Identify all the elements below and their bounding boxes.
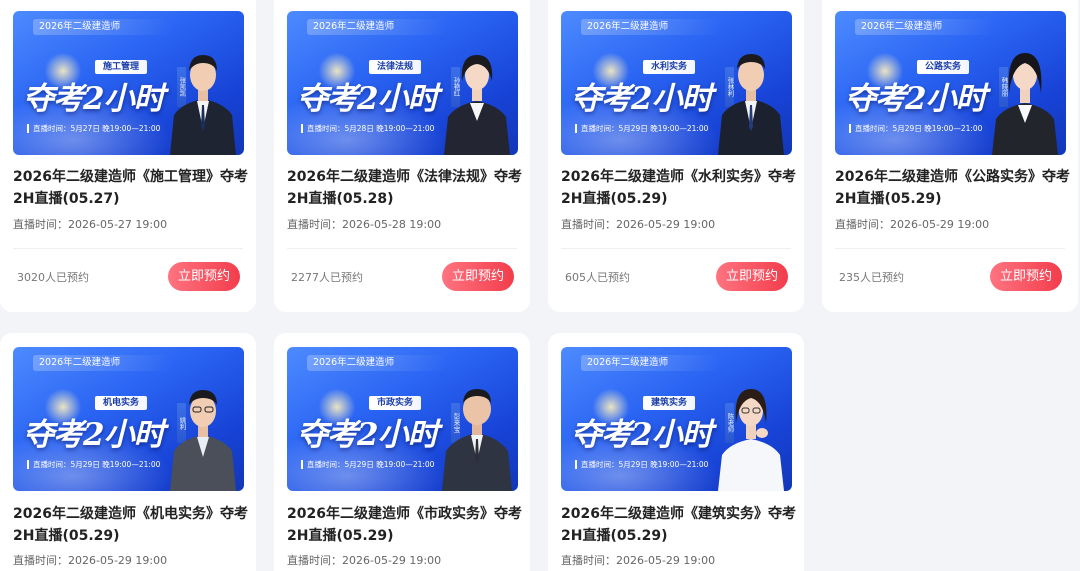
teacher-photo xyxy=(442,389,512,491)
course-banner[interactable]: 2026年二级建造师 建筑实务 夺考2小时 陈老师 直播时间：5月29日 晚19… xyxy=(561,347,792,491)
banner-live-time: 直播时间：5月29日 晚19:00—21:00 xyxy=(849,124,982,133)
course-card[interactable]: 2026年二级建造师 水利实务 夺考2小时 张林利 直播时间：5月29日 晚19… xyxy=(548,0,804,312)
course-banner[interactable]: 2026年二级建造师 法律法规 夺考2小时 孙艳红 直播时间：5月28日 晚19… xyxy=(287,11,518,155)
course-title[interactable]: 2026年二级建造师《建筑实务》夺考2H直播(05.29) xyxy=(561,503,797,547)
book-now-button[interactable]: 立即预约 xyxy=(990,262,1062,291)
teacher-photo xyxy=(718,54,784,155)
book-now-button[interactable]: 立即预约 xyxy=(168,262,240,291)
course-card[interactable]: 2026年二级建造师 法律法规 夺考2小时 孙艳红 直播时间：5月28日 晚19… xyxy=(274,0,530,312)
course-banner[interactable]: 2026年二级建造师 水利实务 夺考2小时 张林利 直播时间：5月29日 晚19… xyxy=(561,11,792,155)
course-card[interactable]: 2026年二级建造师 市政实务 夺考2小时 彭来宝 直播时间：5月29日 晚19… xyxy=(274,333,530,571)
teacher-photo xyxy=(992,53,1058,155)
banner-subject: 机电实务 xyxy=(95,396,148,410)
booking-count: 235人已预约 xyxy=(839,271,904,284)
course-banner[interactable]: 2026年二级建造师 施工管理 夺考2小时 张凯凯 直播时间：5月27日 晚19… xyxy=(13,11,244,155)
course-card[interactable]: 2026年二级建造师 建筑实务 夺考2小时 陈老师 直播时间：5月29日 晚19… xyxy=(548,333,804,571)
banner-subject: 建筑实务 xyxy=(643,396,696,410)
banner-headline: 夺考2小时 xyxy=(571,81,713,117)
banner-subject: 法律法规 xyxy=(369,60,422,74)
teacher-photo xyxy=(718,389,784,491)
course-title[interactable]: 2026年二级建造师《法律法规》夺考2H直播(05.28) xyxy=(287,166,523,210)
banner-top-tag: 2026年二级建造师 xyxy=(307,355,447,371)
banner-top-tag: 2026年二级建造师 xyxy=(307,19,447,35)
course-banner[interactable]: 2026年二级建造师 机电实务 夺考2小时 姚利 直播时间：5月29日 晚19:… xyxy=(13,347,244,491)
course-title[interactable]: 2026年二级建造师《市政实务》夺考2H直播(05.29) xyxy=(287,503,523,547)
course-title[interactable]: 2026年二级建造师《水利实务》夺考2H直播(05.29) xyxy=(561,166,797,210)
banner-live-time: 直播时间：5月29日 晚19:00—21:00 xyxy=(575,460,708,469)
live-time: 直播时间：2026-05-29 19:00 xyxy=(561,218,716,231)
banner-top-tag: 2026年二级建造师 xyxy=(33,19,173,35)
course-banner[interactable]: 2026年二级建造师 市政实务 夺考2小时 彭来宝 直播时间：5月29日 晚19… xyxy=(287,347,518,491)
booking-count: 3020人已预约 xyxy=(17,271,89,284)
divider xyxy=(835,248,1065,249)
course-card[interactable]: 2026年二级建造师 施工管理 夺考2小时 张凯凯 直播时间：5月27日 晚19… xyxy=(0,0,256,312)
divider xyxy=(287,248,517,249)
live-time: 直播时间：2026-05-28 19:00 xyxy=(287,218,442,231)
course-title[interactable]: 2026年二级建造师《施工管理》夺考2H直播(05.27) xyxy=(13,166,249,210)
banner-subject: 公路实务 xyxy=(917,60,970,74)
banner-top-tag: 2026年二级建造师 xyxy=(581,355,721,371)
banner-live-time: 直播时间：5月29日 晚19:00—21:00 xyxy=(27,460,160,469)
teacher-photo xyxy=(170,55,236,155)
course-title[interactable]: 2026年二级建造师《公路实务》夺考2H直播(05.29) xyxy=(835,166,1071,210)
banner-top-tag: 2026年二级建造师 xyxy=(33,355,173,371)
booking-count: 2277人已预约 xyxy=(291,271,363,284)
divider xyxy=(13,248,243,249)
banner-headline: 夺考2小时 xyxy=(23,417,165,453)
banner-live-time: 直播时间：5月29日 晚19:00—21:00 xyxy=(301,460,434,469)
banner-live-time: 直播时间：5月27日 晚19:00—21:00 xyxy=(27,124,160,133)
banner-subject: 施工管理 xyxy=(95,60,148,74)
banner-top-tag: 2026年二级建造师 xyxy=(581,19,721,35)
course-card[interactable]: 2026年二级建造师 机电实务 夺考2小时 姚利 直播时间：5月29日 晚19:… xyxy=(0,333,256,571)
course-title[interactable]: 2026年二级建造师《机电实务》夺考2H直播(05.29) xyxy=(13,503,249,547)
divider xyxy=(561,248,791,249)
live-time: 直播时间：2026-05-29 19:00 xyxy=(13,554,168,567)
teacher-photo xyxy=(444,55,510,155)
banner-subject: 水利实务 xyxy=(643,60,696,74)
book-now-button[interactable]: 立即预约 xyxy=(716,262,788,291)
banner-headline: 夺考2小时 xyxy=(297,417,439,453)
banner-headline: 夺考2小时 xyxy=(297,81,439,117)
banner-headline: 夺考2小时 xyxy=(571,417,713,453)
banner-top-tag: 2026年二级建造师 xyxy=(855,19,995,35)
teacher-photo xyxy=(170,390,236,491)
live-time: 直播时间：2026-05-29 19:00 xyxy=(287,554,442,567)
book-now-button[interactable]: 立即预约 xyxy=(442,262,514,291)
course-banner[interactable]: 2026年二级建造师 公路实务 夺考2小时 韩晓丽 直播时间：5月29日 晚19… xyxy=(835,11,1066,155)
banner-headline: 夺考2小时 xyxy=(845,81,987,117)
live-time: 直播时间：2026-05-27 19:00 xyxy=(13,218,168,231)
banner-headline: 夺考2小时 xyxy=(23,81,165,117)
banner-live-time: 直播时间：5月28日 晚19:00—21:00 xyxy=(301,124,434,133)
banner-live-time: 直播时间：5月29日 晚19:00—21:00 xyxy=(575,124,708,133)
banner-subject: 市政实务 xyxy=(369,396,422,410)
booking-count: 605人已预约 xyxy=(565,271,630,284)
course-card[interactable]: 2026年二级建造师 公路实务 夺考2小时 韩晓丽 直播时间：5月29日 晚19… xyxy=(822,0,1078,312)
live-time: 直播时间：2026-05-29 19:00 xyxy=(561,554,716,567)
live-time: 直播时间：2026-05-29 19:00 xyxy=(835,218,990,231)
